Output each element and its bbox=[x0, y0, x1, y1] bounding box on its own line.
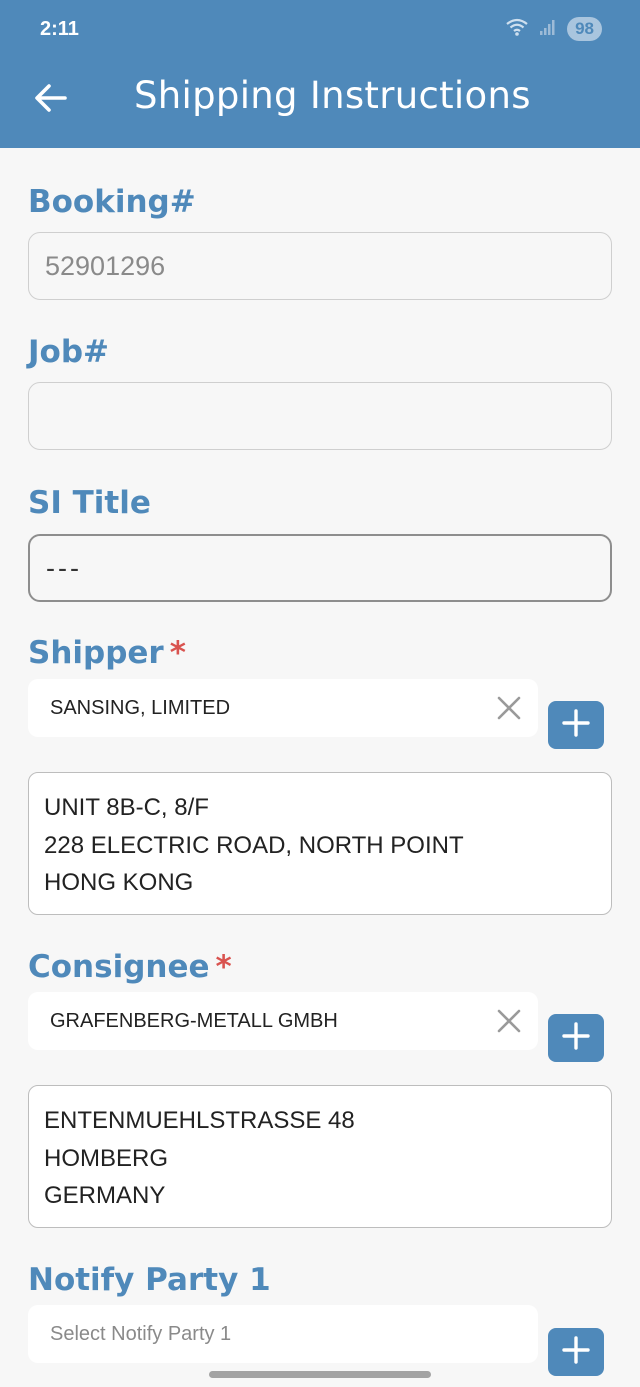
plus-icon bbox=[561, 708, 591, 742]
shipper-label: Shipper * bbox=[28, 635, 186, 671]
consignee-address-field[interactable]: ENTENMUEHLSTRASSE 48 HOMBERG GERMANY bbox=[28, 1085, 612, 1228]
wifi-icon bbox=[505, 17, 529, 41]
close-icon[interactable] bbox=[494, 1006, 524, 1036]
consignee-select[interactable]: GRAFENBERG-METALL GMBH bbox=[28, 992, 538, 1050]
shipper-select[interactable]: SANSING, LIMITED bbox=[28, 679, 538, 737]
si-title-value: --- bbox=[46, 552, 82, 583]
add-consignee-button[interactable] bbox=[548, 1014, 604, 1062]
shipper-address-field[interactable]: UNIT 8B-C, 8/F 228 ELECTRIC ROAD, NORTH … bbox=[28, 772, 612, 915]
required-mark: * bbox=[169, 635, 186, 671]
job-label: Job# bbox=[28, 334, 109, 370]
shipper-label-text: Shipper bbox=[28, 635, 164, 671]
plus-icon bbox=[561, 1335, 591, 1369]
status-bar: 2:11 98 bbox=[0, 0, 640, 60]
address-line: GERMANY bbox=[44, 1182, 166, 1209]
consignee-selected-value: GRAFENBERG-METALL GMBH bbox=[50, 1009, 338, 1032]
signal-icon bbox=[539, 18, 557, 40]
notify-party-1-placeholder: Select Notify Party 1 bbox=[50, 1322, 232, 1345]
shipper-selected-value: SANSING, LIMITED bbox=[50, 696, 231, 719]
si-title-label: SI Title bbox=[28, 485, 151, 521]
close-icon[interactable] bbox=[494, 693, 524, 723]
required-mark: * bbox=[215, 949, 232, 985]
add-shipper-button[interactable] bbox=[548, 701, 604, 749]
address-line: ENTENMUEHLSTRASSE 48 bbox=[44, 1107, 355, 1134]
page-title: Shipping Instructions bbox=[134, 74, 531, 117]
booking-label: Booking# bbox=[28, 184, 196, 220]
consignee-label: Consignee * bbox=[28, 949, 232, 985]
booking-value: 52901296 bbox=[45, 250, 166, 281]
plus-icon bbox=[561, 1021, 591, 1055]
address-line: HOMBERG bbox=[44, 1144, 169, 1172]
notify-party-1-select[interactable]: Select Notify Party 1 bbox=[28, 1305, 538, 1363]
arrow-left-icon bbox=[33, 83, 67, 117]
back-button[interactable] bbox=[30, 80, 70, 120]
add-notify-party-button[interactable] bbox=[548, 1328, 604, 1376]
consignee-label-text: Consignee bbox=[28, 949, 210, 985]
battery-indicator: 98 bbox=[567, 17, 602, 41]
notify-party-1-label: Notify Party 1 bbox=[28, 1262, 271, 1298]
address-line: 228 ELECTRIC ROAD, NORTH POINT bbox=[44, 831, 464, 859]
home-indicator[interactable] bbox=[209, 1371, 431, 1378]
address-line: UNIT 8B-C, 8/F bbox=[44, 794, 209, 821]
job-field[interactable] bbox=[28, 382, 612, 450]
booking-field[interactable]: 52901296 bbox=[28, 232, 612, 300]
app-bar: Shipping Instructions bbox=[0, 60, 640, 148]
system-icons: 98 bbox=[505, 17, 602, 41]
si-title-field[interactable]: --- bbox=[28, 534, 612, 602]
status-time: 2:11 bbox=[40, 18, 79, 40]
address-line: HONG KONG bbox=[44, 869, 194, 896]
